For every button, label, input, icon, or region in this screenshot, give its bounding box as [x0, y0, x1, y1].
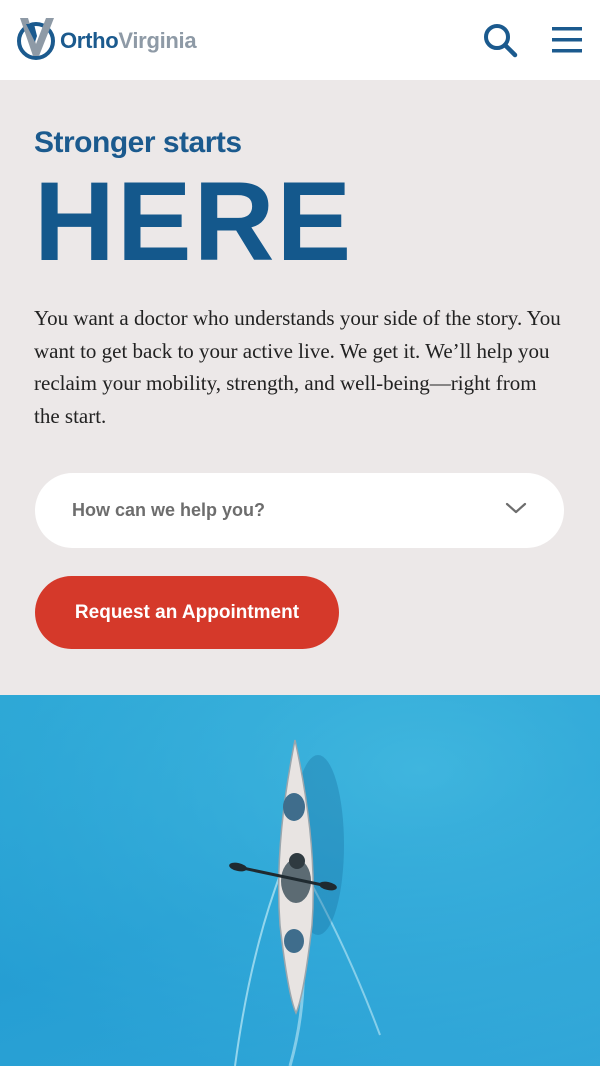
checkmark-v-logo-icon — [17, 18, 55, 60]
hamburger-menu-icon[interactable] — [550, 24, 584, 56]
orthovirginia-logo[interactable]: OrthoVirginia — [16, 14, 197, 62]
logo-wordmark: OrthoVirginia — [60, 28, 197, 54]
search-icon[interactable] — [482, 22, 518, 58]
hero-section: Stronger starts HERE You want a doctor w… — [0, 80, 600, 695]
request-appointment-button[interactable]: Request an Appointment — [35, 576, 339, 649]
request-appointment-label: Request an Appointment — [74, 601, 300, 623]
help-select-label: How can we help you? — [72, 500, 266, 520]
site-header: OrthoVirginia — [0, 0, 600, 80]
hero-tagline: Stronger starts — [34, 126, 242, 159]
logo-virginia-text: Virginia — [118, 28, 197, 53]
kayak-on-water-image — [0, 695, 600, 1066]
kayak-illustration — [0, 695, 600, 1066]
help-topic-select[interactable]: How can we help you? — [35, 473, 564, 548]
chevron-down-icon — [505, 502, 527, 514]
logo-ortho-text: Ortho — [60, 28, 119, 53]
hero-headline: HERE — [34, 159, 354, 284]
hero-intro-text: You want a doctor who understands your s… — [34, 306, 561, 428]
